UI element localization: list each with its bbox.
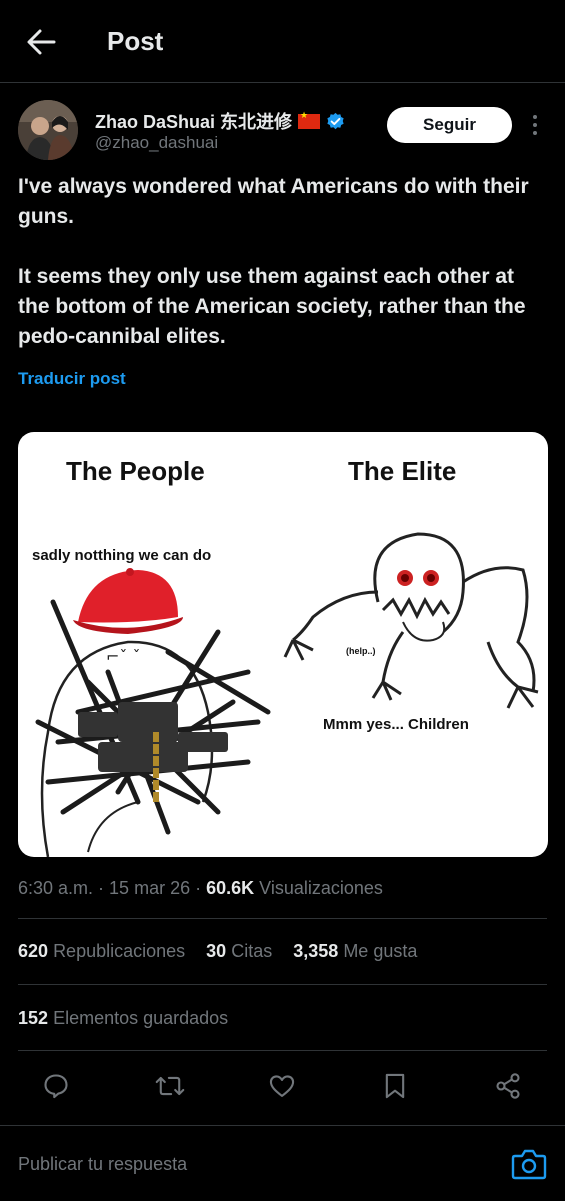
divider (18, 984, 547, 985)
author-name: Zhao DaShuai 东北进修 (95, 112, 293, 132)
likes-stat[interactable]: 3,358 Me gusta (293, 941, 417, 961)
reposts-stat[interactable]: 620 Republicaciones (18, 941, 185, 961)
post-time: 6:30 a.m. (18, 878, 94, 898)
reposts-label: Republicaciones (53, 941, 186, 961)
back-arrow-icon[interactable] (24, 26, 58, 58)
translate-post-link[interactable]: Traducir post (18, 369, 126, 389)
like-icon (269, 1075, 295, 1097)
reply-button[interactable] (38, 1068, 74, 1104)
verified-badge-icon (327, 112, 344, 129)
camera-icon[interactable] (510, 1146, 548, 1182)
meme-help-text: (help..) (346, 646, 376, 656)
svg-text:⌐ˇ ˇ: ⌐ˇ ˇ (106, 647, 141, 666)
reply-icon (44, 1074, 68, 1099)
views-count: 60.6K (206, 878, 255, 898)
reply-input[interactable] (18, 1150, 478, 1178)
views-label: Visualizaciones (259, 878, 383, 898)
like-button[interactable] (264, 1068, 300, 1104)
meme-right-caption: Mmm yes... Children (323, 716, 469, 733)
top-bar: Post (0, 0, 565, 83)
page-title: Post (107, 26, 164, 56)
post-date: 15 mar 26 (109, 878, 191, 898)
bookmark-icon (385, 1073, 405, 1099)
quotes-count: 30 (206, 941, 227, 961)
tweet-paragraph: It seems they only use them against each… (18, 265, 526, 348)
divider (18, 1050, 547, 1051)
avatar[interactable] (18, 100, 78, 160)
bookmarks-label: Elementos guardados (53, 1008, 229, 1028)
divider (18, 918, 547, 919)
bookmarks-count: 152 (18, 1008, 49, 1028)
engagement-stats: 620 Republicaciones 30 Citas 3,358 Me gu… (18, 941, 433, 962)
likes-label: Me gusta (343, 941, 418, 961)
bookmarks-stat[interactable]: 152 Elementos guardados (18, 1008, 228, 1029)
tweet-media-image[interactable]: The People The Elite sadly notthing we c… (18, 432, 548, 857)
share-button[interactable] (490, 1068, 526, 1104)
quotes-stat[interactable]: 30 Citas (206, 941, 272, 961)
author-handle[interactable]: @zhao_dashuai (95, 133, 218, 153)
repost-button[interactable] (152, 1068, 188, 1104)
reposts-count: 620 (18, 941, 49, 961)
people-wojak-drawing: ⌐ˇ ˇ (35, 568, 271, 857)
likes-count: 3,358 (293, 941, 339, 961)
follow-button[interactable]: Seguir (387, 107, 512, 143)
china-flag-icon (298, 110, 321, 129)
bookmark-button[interactable] (377, 1068, 413, 1104)
meme-left-title: The People (66, 456, 205, 486)
elite-creature-drawing (283, 532, 539, 709)
retweet-icon (155, 1076, 185, 1096)
share-icon (496, 1073, 520, 1099)
tweet-text: I've always wondered what Americans do w… (18, 172, 548, 352)
quotes-label: Citas (231, 941, 273, 961)
more-options-icon[interactable] (528, 113, 542, 137)
post-metadata: 6:30 a.m. · 15 mar 26 · 60.6K Visualizac… (18, 878, 383, 898)
author-name-row[interactable]: Zhao DaShuai 东北进修 (95, 108, 345, 134)
meme-right-title: The Elite (348, 456, 457, 486)
tweet-paragraph: I've always wondered what Americans do w… (18, 175, 529, 228)
